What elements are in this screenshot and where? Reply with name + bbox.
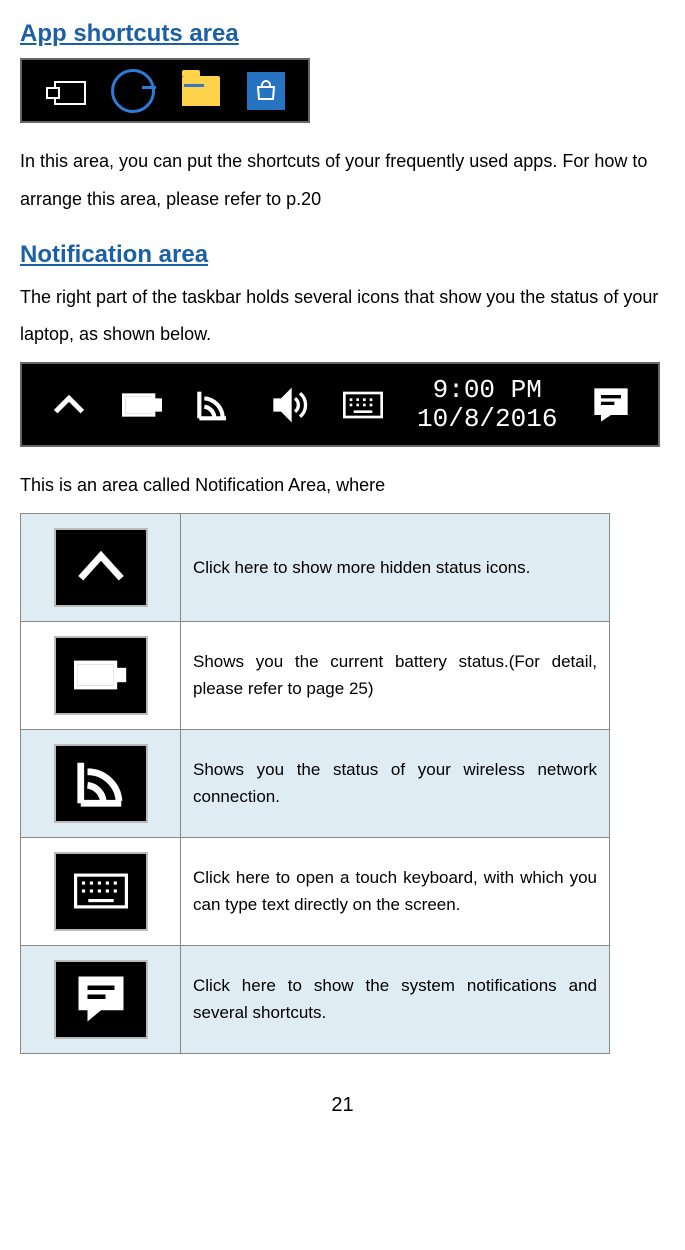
table-description: Click here to show the system notificati… bbox=[181, 945, 610, 1053]
table-row: Click here to show the system notificati… bbox=[21, 945, 610, 1053]
notification-intro: The right part of the taskbar holds seve… bbox=[20, 279, 665, 355]
table-description: Click here to open a touch keyboard, wit… bbox=[181, 837, 610, 945]
keyboard-icon bbox=[343, 385, 383, 425]
chevron-up-icon bbox=[54, 528, 148, 607]
file-explorer-icon bbox=[182, 76, 220, 106]
table-row: Click here to show more hidden status ic… bbox=[21, 513, 610, 621]
clock-display: 9:00 PM 10/8/2016 bbox=[417, 376, 557, 433]
table-row: Click here to open a touch keyboard, wit… bbox=[21, 837, 610, 945]
wifi-icon bbox=[196, 385, 236, 425]
store-icon bbox=[247, 72, 285, 110]
action-center-icon bbox=[54, 960, 148, 1039]
table-description: Shows you the status of your wireless ne… bbox=[181, 729, 610, 837]
table-row: Shows you the status of your wireless ne… bbox=[21, 729, 610, 837]
task-view-icon bbox=[46, 77, 84, 105]
page-number: 21 bbox=[20, 1094, 665, 1117]
table-description: Shows you the current battery status.(Fo… bbox=[181, 621, 610, 729]
clock-date: 10/8/2016 bbox=[417, 405, 557, 434]
edge-browser-icon bbox=[111, 69, 155, 113]
section-heading-notification: Notification area bbox=[20, 241, 665, 269]
table-row: Shows you the current battery status.(Fo… bbox=[21, 621, 610, 729]
speaker-icon bbox=[270, 385, 310, 425]
app-shortcuts-description: In this area, you can put the shortcuts … bbox=[20, 143, 665, 219]
notification-caption: This is an area called Notification Area… bbox=[20, 467, 665, 505]
action-center-icon bbox=[591, 385, 631, 425]
table-description: Click here to show more hidden status ic… bbox=[181, 513, 610, 621]
chevron-up-icon bbox=[49, 385, 89, 425]
wifi-icon bbox=[54, 744, 148, 823]
figure-notification-bar: 9:00 PM 10/8/2016 bbox=[20, 362, 660, 447]
battery-icon bbox=[54, 636, 148, 715]
notification-icon-table: Click here to show more hidden status ic… bbox=[20, 513, 610, 1054]
section-heading-app-shortcuts: App shortcuts area bbox=[20, 20, 665, 48]
keyboard-icon bbox=[54, 852, 148, 931]
figure-app-shortcuts-bar bbox=[20, 58, 310, 123]
battery-icon bbox=[122, 385, 162, 425]
clock-time: 9:00 PM bbox=[417, 376, 557, 405]
